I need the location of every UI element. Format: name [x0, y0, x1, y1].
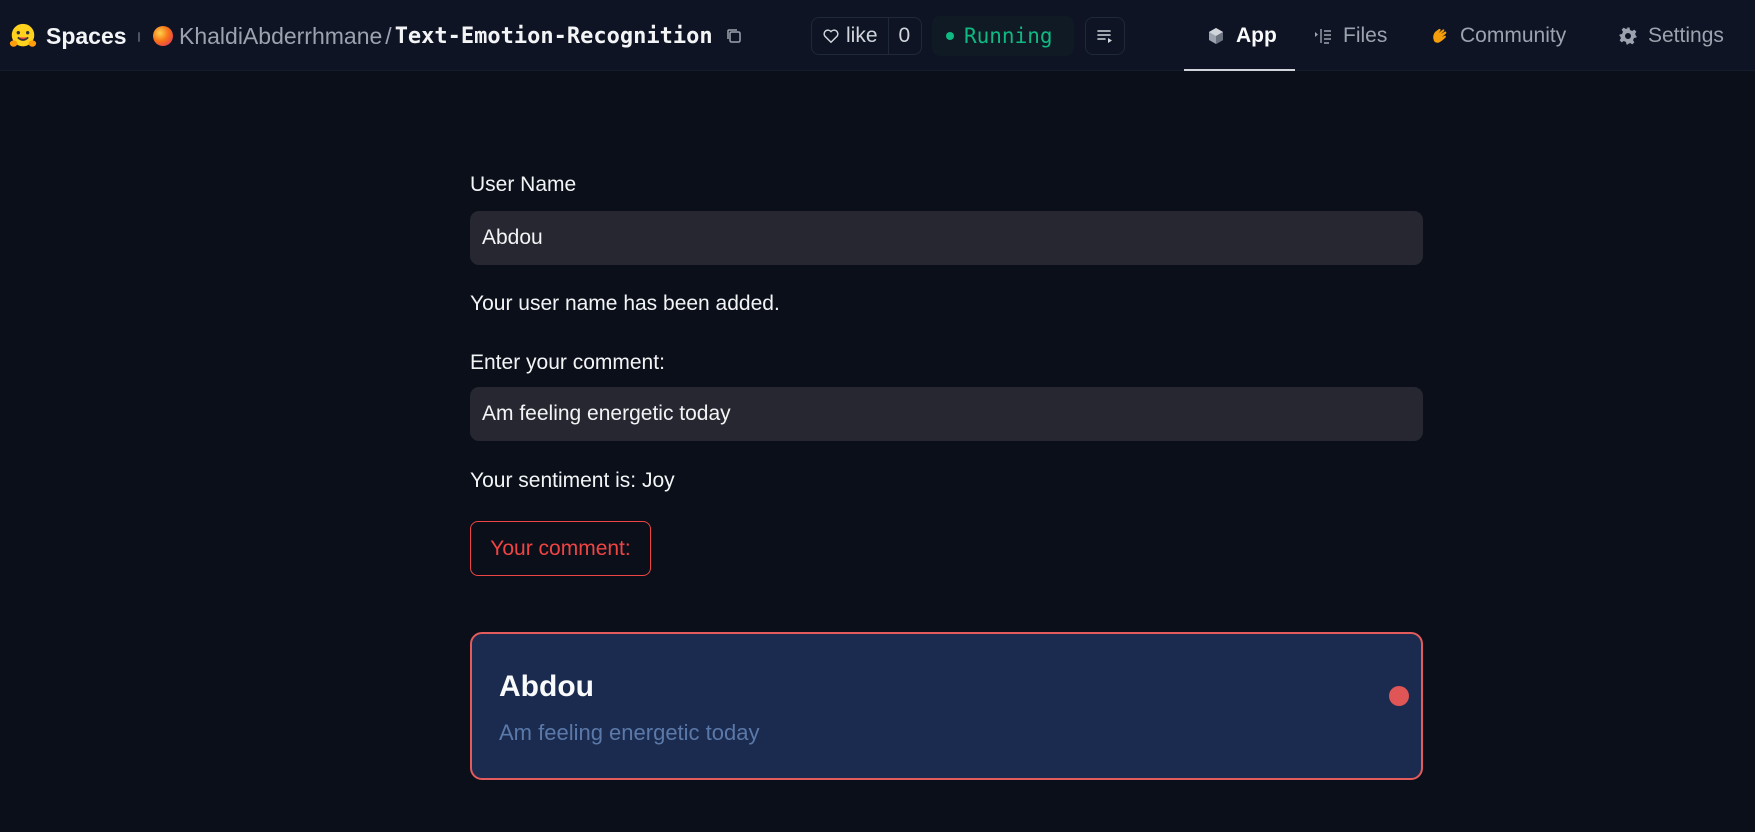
logs-button[interactable] [1085, 17, 1125, 55]
heart-icon [823, 29, 839, 44]
gear-icon [1619, 27, 1637, 44]
hugging-face-logo-icon [9, 23, 37, 47]
submit-comment-button[interactable]: Your comment: [470, 521, 651, 576]
spaces-home-link[interactable]: Spaces [8, 20, 127, 52]
tab-app-label: App [1236, 23, 1277, 47]
breadcrumb-slash: / [385, 22, 392, 49]
top-navbar: Spaces KhaldiAbderrhmane / Text-Emotion-… [0, 0, 1755, 71]
status-text: Running [964, 24, 1053, 48]
like-button[interactable]: like 0 [811, 17, 922, 55]
username-label: User Name [470, 173, 577, 196]
clapping-hands-icon [1433, 28, 1447, 43]
brand-label: Spaces [46, 22, 127, 49]
username-input[interactable] [470, 211, 1423, 265]
like-label: like [846, 24, 878, 47]
tab-files-label: Files [1343, 23, 1388, 47]
tab-community[interactable]: Community [1430, 0, 1566, 71]
repo-name-link[interactable]: Text-Emotion-Recognition [395, 24, 713, 49]
owner-link[interactable]: KhaldiAbderrhmane [179, 23, 382, 50]
sentiment-result: Your sentiment is: Joy [470, 469, 675, 492]
status-dot-icon [1389, 686, 1409, 706]
tab-app[interactable]: App [1184, 0, 1295, 71]
username-success-message: Your user name has been added. [470, 292, 780, 315]
copy-icon[interactable] [725, 27, 743, 45]
owner-avatar[interactable] [153, 26, 173, 46]
card-username: Abdou [499, 670, 594, 703]
tab-files[interactable]: Files [1313, 0, 1387, 71]
status-dot-icon [946, 32, 954, 40]
comment-label: Enter your comment: [470, 351, 665, 374]
tab-settings[interactable]: Settings [1618, 0, 1724, 71]
like-count[interactable]: 0 [889, 24, 921, 48]
breadcrumb: KhaldiAbderrhmane / Text-Emotion-Recogni… [153, 20, 743, 52]
breadcrumb-divider [138, 32, 140, 42]
status-badge[interactable]: Running [932, 16, 1074, 56]
cube-icon [1209, 27, 1223, 44]
comment-input[interactable] [470, 387, 1423, 441]
logs-icon [1097, 30, 1112, 43]
card-comment-text: Am feeling energetic today [499, 720, 760, 745]
files-icon [1315, 28, 1331, 44]
comment-card: Abdou Am feeling energetic today [470, 632, 1423, 780]
tab-settings-label: Settings [1648, 23, 1724, 47]
tab-community-label: Community [1460, 23, 1567, 47]
